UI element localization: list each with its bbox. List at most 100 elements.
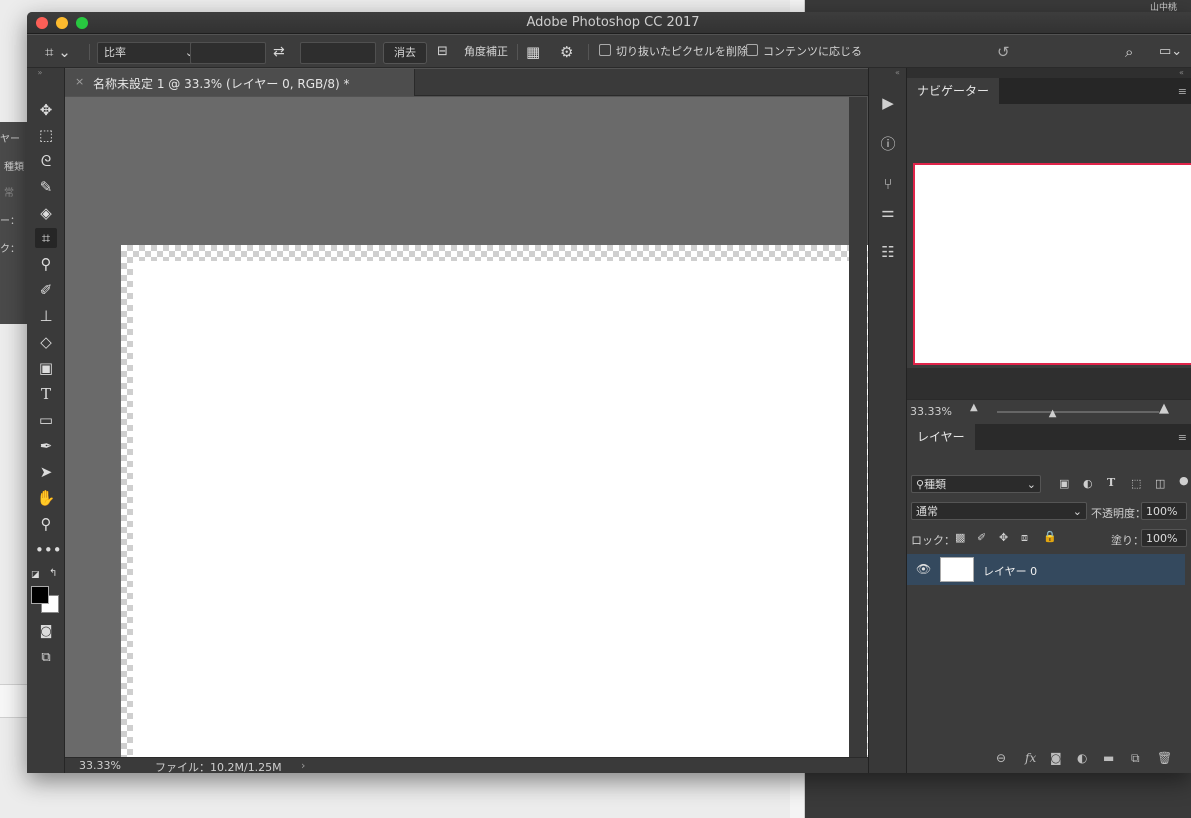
move-tool-icon[interactable]: ✥ <box>35 100 57 120</box>
vertical-scrollbar[interactable] <box>849 97 867 757</box>
clone-source-icon[interactable]: ☷ <box>878 242 898 262</box>
delete-cropped-pixels-checkbox[interactable]: 切り抜いたピクセルを削除 <box>599 42 748 62</box>
close-tab-icon[interactable]: × <box>75 75 84 88</box>
straighten-label[interactable]: 角度補正 <box>464 42 508 62</box>
pen-tool-icon[interactable]: ✒ <box>35 436 57 456</box>
divider <box>588 44 589 60</box>
brush-presets-icon[interactable]: ⑂ <box>878 174 898 194</box>
status-zoom[interactable]: 33.33% <box>79 759 121 772</box>
background-panel-line: ー： <box>0 216 20 227</box>
filter-toggle-icon[interactable]: ● <box>1179 474 1189 487</box>
stamp-tool-icon[interactable]: ⊥ <box>35 306 57 326</box>
collapse-icon[interactable]: « <box>895 68 900 77</box>
marquee-tool-icon[interactable]: ⬚ <box>35 125 57 145</box>
content-aware-checkbox[interactable]: コンテンツに応じる <box>746 42 862 62</box>
fx-icon[interactable]: fx <box>1025 751 1036 765</box>
trash-icon[interactable]: 🗑 <box>1157 751 1172 765</box>
eraser-tool-icon[interactable]: ◇ <box>35 332 57 352</box>
foreground-color-swatch[interactable] <box>31 586 49 604</box>
fill-label: 塗り： <box>1111 534 1144 547</box>
swap-colors-icon[interactable]: ↰ <box>49 568 61 580</box>
ratio-dropdown[interactable]: 比率 ⌄ <box>97 42 199 64</box>
new-group-icon[interactable]: ▬ <box>1103 751 1114 765</box>
status-menu-chevron-icon[interactable]: › <box>301 759 305 772</box>
document-canvas[interactable] <box>121 245 871 773</box>
gradient-tool-icon[interactable]: ▣ <box>35 358 57 378</box>
layer-filter-dropdown[interactable]: ⚲種類 ⌄ <box>911 475 1041 493</box>
search-icon[interactable]: ⌕ <box>1125 42 1133 62</box>
hand-tool-icon[interactable]: ✋ <box>35 488 57 508</box>
workspace-icon[interactable]: ▭⌄ <box>1159 42 1182 62</box>
more-tools-icon[interactable]: ••• <box>35 540 62 560</box>
opacity-field[interactable]: 100% <box>1141 502 1187 520</box>
chevron-down-icon: ⌄ <box>1026 478 1036 491</box>
document-tab[interactable]: × 名称未設定 1 @ 33.3% (レイヤー 0, RGB/8) * <box>65 69 415 96</box>
overlay-grid-icon[interactable]: ▦ <box>526 42 540 62</box>
panel-menu-icon[interactable]: ≡ <box>1178 85 1187 98</box>
gear-icon[interactable]: ⚙ <box>560 42 573 62</box>
type-tool-icon[interactable]: T <box>35 384 57 404</box>
filter-adjustment-icon[interactable]: ◐ <box>1083 477 1093 490</box>
lock-artboard-icon[interactable]: ⧈ <box>1021 531 1028 545</box>
filter-type-icon[interactable]: T <box>1107 476 1115 489</box>
tab-navigator[interactable]: ナビゲーター <box>907 78 1000 104</box>
layer-row[interactable]: 👁 レイヤー 0 <box>907 554 1185 585</box>
lock-transparent-icon[interactable]: ▩ <box>955 531 965 544</box>
eyedropper-tool-icon[interactable]: ⚲ <box>35 254 57 274</box>
ratio-dropdown-label: 比率 <box>104 46 126 59</box>
tab-layers[interactable]: レイヤー <box>907 424 975 450</box>
crop-tool-preset-icon[interactable]: ⌗ ⌄ <box>45 42 71 62</box>
adjustments-icon[interactable]: ⚌ <box>878 202 898 222</box>
quick-mask-icon[interactable]: ◙ <box>35 622 57 642</box>
reset-icon[interactable]: ↺ <box>997 42 1010 62</box>
new-layer-icon[interactable]: ⧉ <box>1131 751 1140 766</box>
crop-height-field[interactable] <box>300 42 376 64</box>
opacity-label: 不透明度： <box>1091 507 1146 520</box>
status-bar: 33.33% ファイル：10.2M/1.25M › <box>65 757 868 773</box>
blend-mode-dropdown[interactable]: 通常 ⌄ <box>911 502 1087 520</box>
straighten-icon[interactable]: ⊟ <box>437 42 448 62</box>
photoshop-window: Adobe Photoshop CC 2017 ⌗ ⌄ 比率 ⌄ ⇄ 消去 ⊟ … <box>27 12 1191 773</box>
screen-mode-icon[interactable]: ⧉ <box>35 648 57 668</box>
navigator-zoom-value[interactable]: 33.33% <box>910 405 952 418</box>
default-colors-icon[interactable]: ◪ <box>31 570 41 580</box>
navigator-panel <box>907 104 1191 368</box>
zoom-out-icon[interactable]: ▲ <box>970 402 978 413</box>
layer-name[interactable]: レイヤー 0 <box>983 563 1037 579</box>
brush-tool-icon[interactable]: ✐ <box>35 280 57 300</box>
crop-width-field[interactable] <box>190 42 266 64</box>
layer-thumbnail <box>940 557 974 582</box>
clear-button[interactable]: 消去 <box>383 42 427 64</box>
eye-icon[interactable]: 👁 <box>916 562 931 576</box>
quick-selection-tool-icon[interactable]: ✎ <box>35 177 57 197</box>
lock-image-icon[interactable]: ✐ <box>977 531 986 544</box>
navigator-preview[interactable] <box>913 163 1191 365</box>
zoom-tool-icon[interactable]: ⚲ <box>35 514 57 534</box>
swap-dimensions-icon[interactable]: ⇄ <box>273 42 285 62</box>
zoom-slider-track[interactable] <box>997 411 1159 413</box>
zoom-slider-thumb[interactable]: ▲ <box>1049 408 1057 419</box>
fill-field[interactable]: 100% <box>1141 529 1187 547</box>
collapse-icon[interactable]: « <box>1179 68 1184 77</box>
filter-shape-icon[interactable]: ⬚ <box>1131 477 1141 490</box>
right-panels: « ナビゲーター ≡ 33.33% ▲ ▲ ▲ レイヤー ≡ ⚲種類 ⌄ ▣ ◐… <box>907 68 1191 773</box>
zoom-in-icon[interactable]: ▲ <box>1159 401 1169 416</box>
panel-menu-icon[interactable]: ≡ <box>1178 431 1187 444</box>
shape-tool-icon[interactable]: ▭ <box>35 410 57 430</box>
filter-smart-object-icon[interactable]: ◫ <box>1155 477 1165 490</box>
add-mask-icon[interactable]: ◙ <box>1050 751 1062 765</box>
path-selection-tool-icon[interactable]: ➤ <box>35 462 57 482</box>
title-bar[interactable]: Adobe Photoshop CC 2017 <box>27 12 1191 34</box>
link-layers-icon[interactable]: ⊖ <box>996 751 1006 765</box>
lasso-tool-icon[interactable]: ᘓ <box>35 151 57 171</box>
pasteboard[interactable] <box>65 97 871 773</box>
info-icon[interactable]: ⓘ <box>878 134 898 154</box>
crop-tool-icon[interactable]: ⌗ <box>35 228 57 248</box>
filter-pixel-icon[interactable]: ▣ <box>1059 477 1069 490</box>
paint-bucket-icon[interactable]: ◈ <box>35 203 57 223</box>
collapse-icon[interactable]: » <box>29 68 51 78</box>
lock-position-icon[interactable]: ✥ <box>999 531 1008 544</box>
play-icon[interactable]: ▶ <box>878 93 898 113</box>
lock-all-icon[interactable]: 🔒 <box>1043 530 1057 543</box>
adjustment-layer-icon[interactable]: ◐ <box>1077 751 1087 765</box>
